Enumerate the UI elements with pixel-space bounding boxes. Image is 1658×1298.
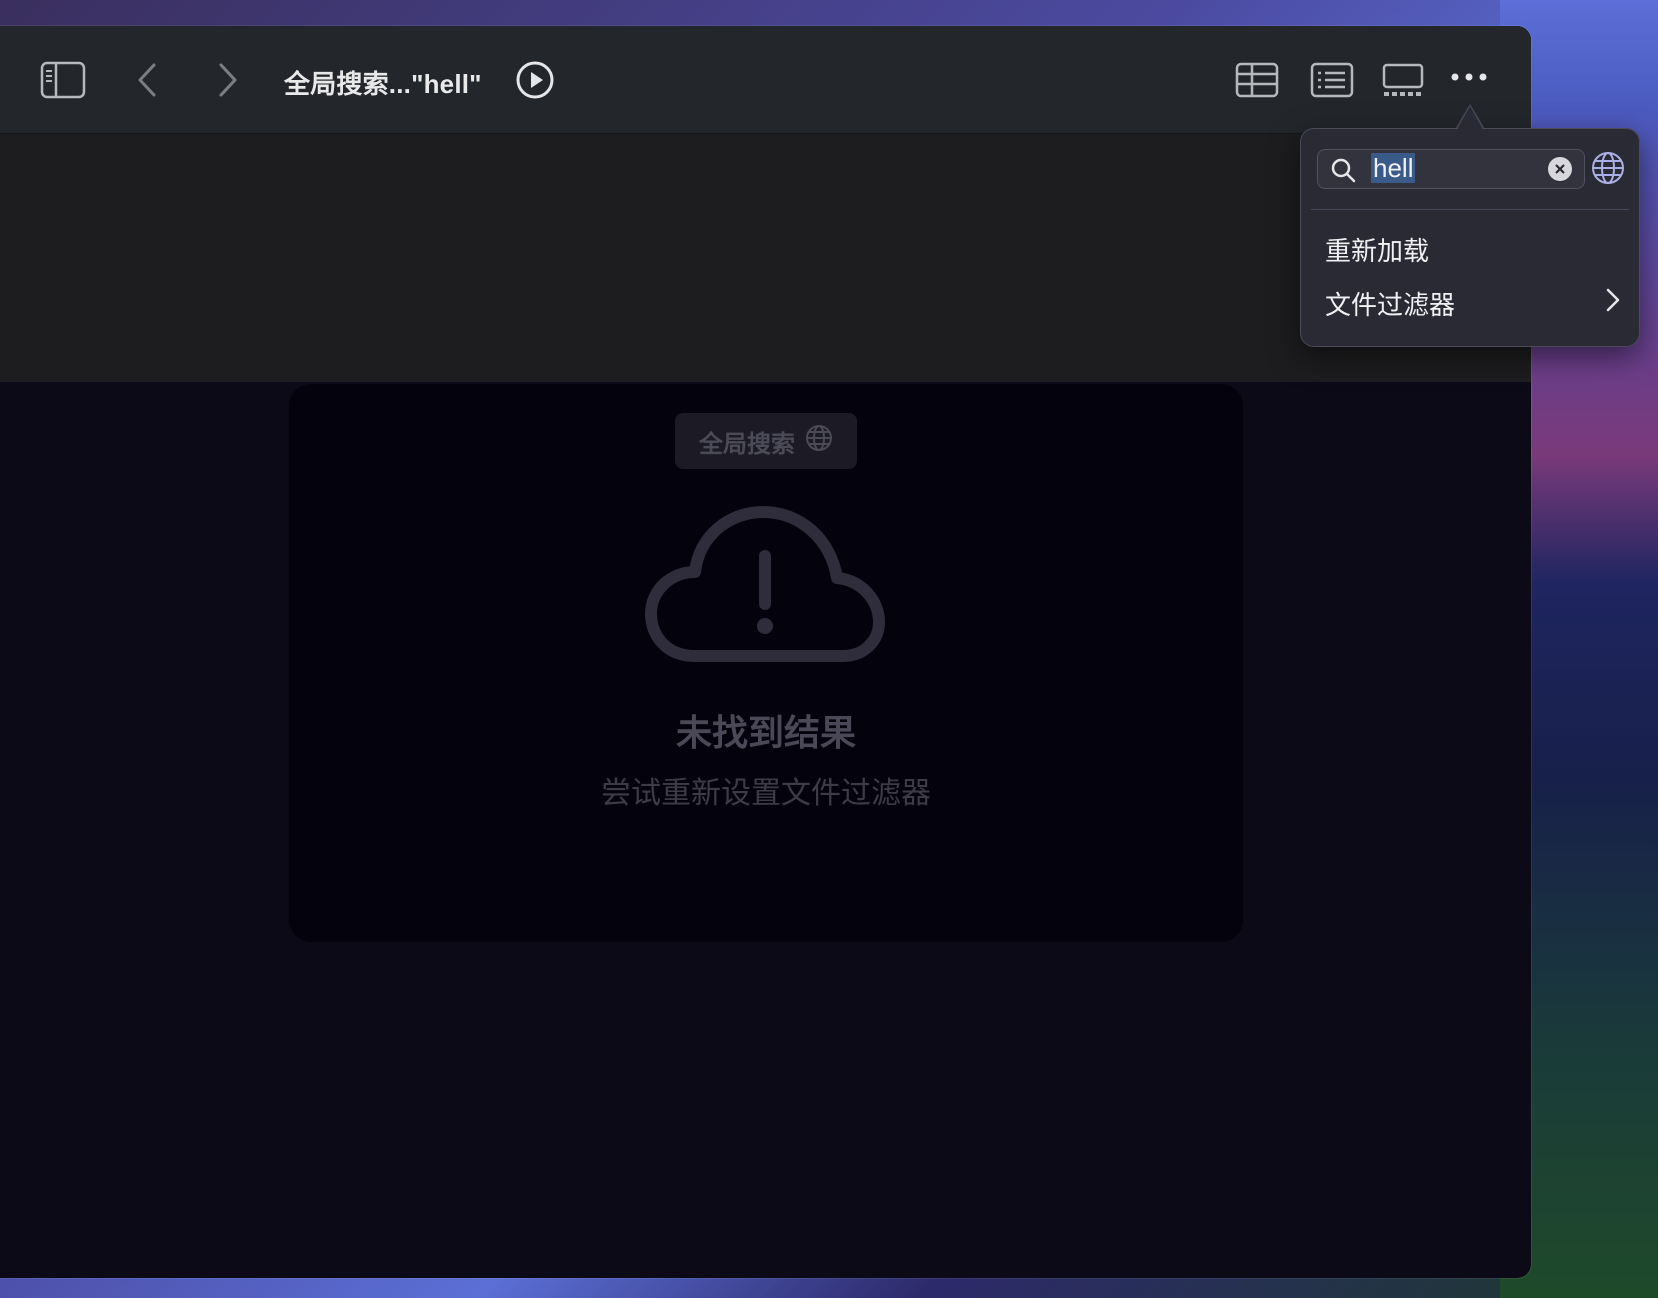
empty-state-subtitle: 尝试重新设置文件过滤器 bbox=[601, 777, 931, 810]
gallery-view-icon[interactable] bbox=[1381, 62, 1425, 98]
globe-icon bbox=[805, 424, 833, 459]
menu-item-file-filter[interactable]: 文件过滤器 bbox=[1325, 285, 1455, 322]
cloud-warning-icon bbox=[645, 506, 885, 676]
forward-chevron-icon[interactable] bbox=[213, 60, 243, 100]
play-icon[interactable] bbox=[514, 59, 556, 101]
table-view-icon[interactable] bbox=[1235, 62, 1279, 98]
clear-search-icon[interactable] bbox=[1548, 157, 1572, 181]
toolbar: 全局搜索..."hell" bbox=[0, 26, 1531, 134]
sidebar-toggle-icon[interactable] bbox=[40, 60, 86, 100]
badge-label: 全局搜索 bbox=[699, 430, 795, 458]
globe-icon[interactable] bbox=[1591, 151, 1625, 190]
more-menu-popover: hell 重新加载 文件过滤器 bbox=[1300, 128, 1640, 347]
more-icon[interactable] bbox=[1449, 66, 1489, 88]
back-chevron-icon[interactable] bbox=[132, 60, 162, 100]
empty-state-title: 未找到结果 bbox=[675, 712, 856, 753]
menu-item-reload[interactable]: 重新加载 bbox=[1325, 231, 1429, 268]
global-search-badge: 全局搜索 bbox=[675, 413, 857, 469]
list-view-icon[interactable] bbox=[1310, 62, 1354, 98]
chevron-right-icon bbox=[1605, 287, 1621, 318]
search-input-value: hell bbox=[1371, 153, 1416, 183]
popover-arrow-inner bbox=[1457, 106, 1483, 130]
search-input[interactable]: hell bbox=[1371, 153, 1541, 183]
window-title: 全局搜索..."hell" bbox=[284, 69, 482, 99]
popover-search-field[interactable]: hell bbox=[1317, 149, 1585, 189]
popover-divider bbox=[1311, 209, 1629, 210]
empty-state-card: 全局搜索 未找到结果 尝试重新设置文件过滤器 bbox=[289, 384, 1243, 942]
search-icon bbox=[1330, 157, 1356, 188]
